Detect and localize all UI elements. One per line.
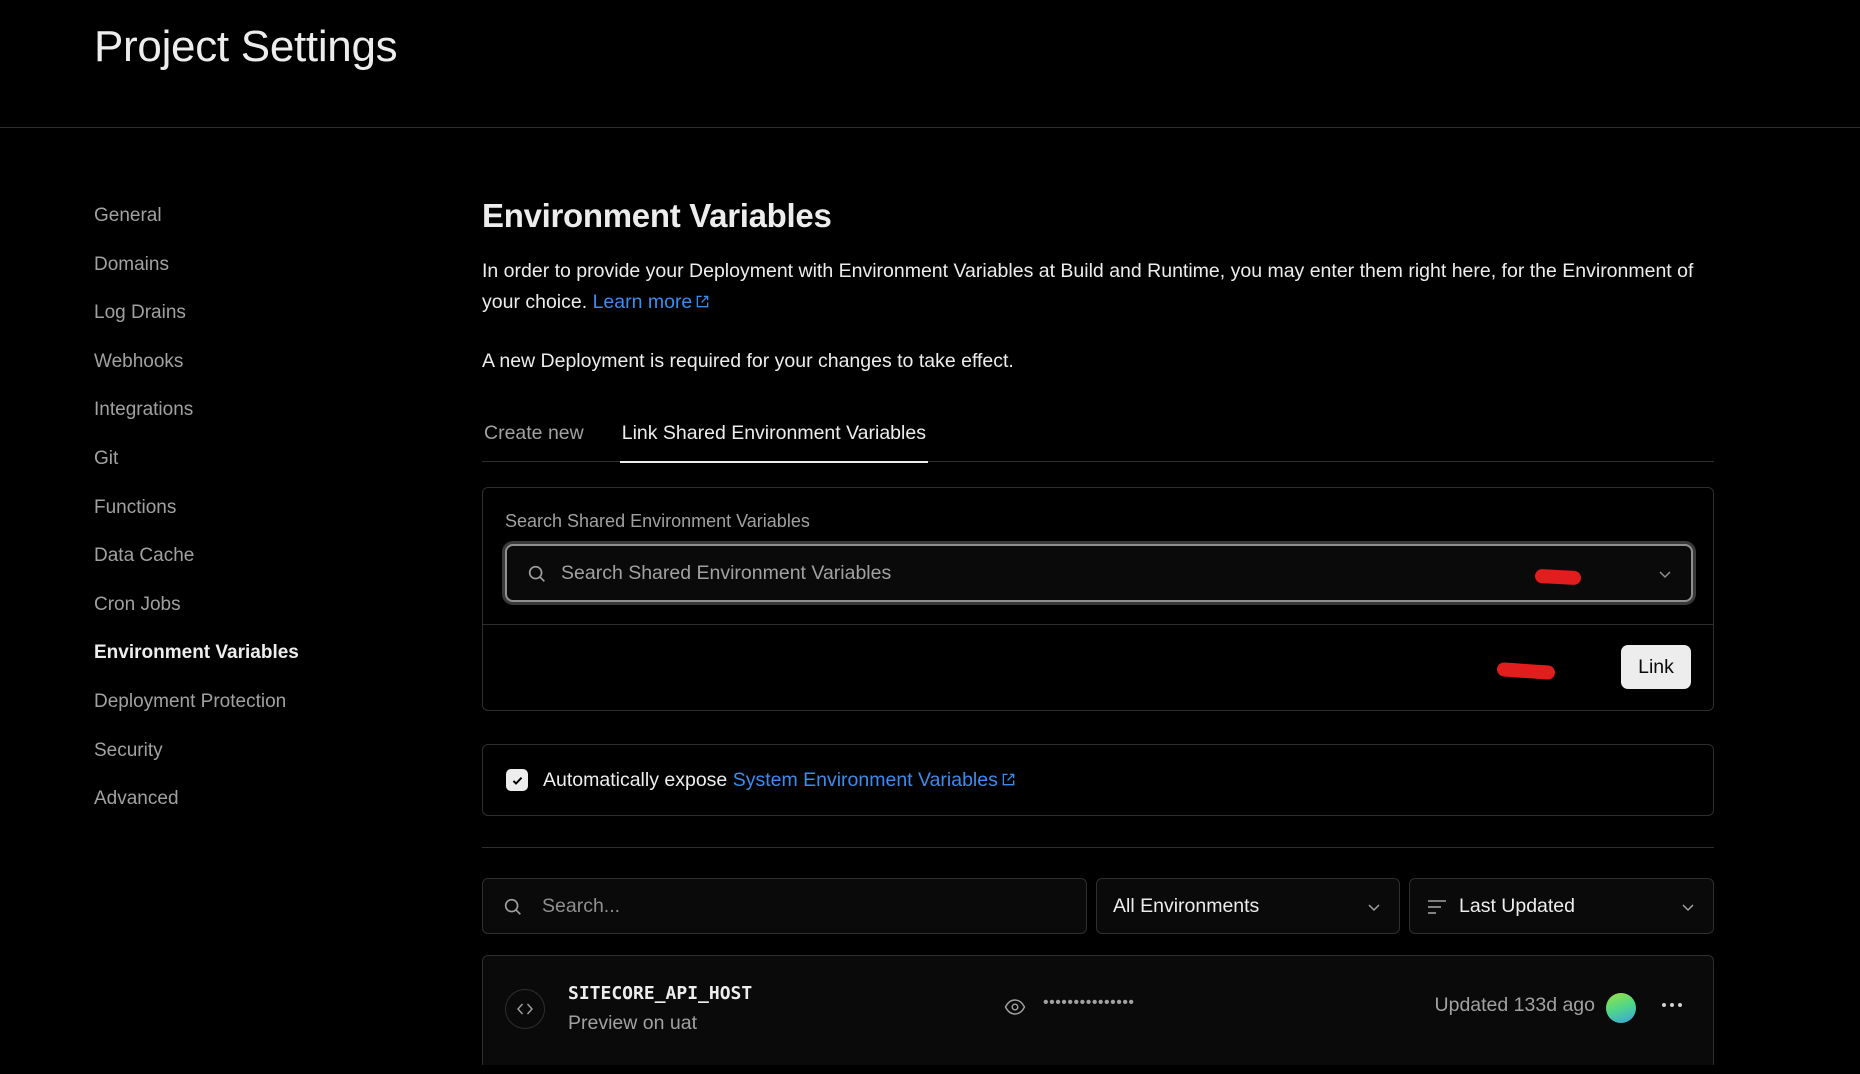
checkmark-icon (512, 776, 522, 785)
learn-more-link[interactable]: Learn more (593, 291, 711, 313)
external-link-icon (1002, 773, 1015, 785)
red-annotation-mark (1496, 661, 1556, 681)
redeploy-note: A new Deployment is required for your ch… (482, 350, 1014, 372)
environment-select-value: All Environments (1113, 895, 1260, 917)
sidebar-item-git[interactable]: Git (94, 443, 414, 492)
variables-search-input[interactable]: Search... (482, 878, 1087, 934)
red-annotation-mark (1534, 568, 1582, 586)
page-title: Project Settings (94, 22, 398, 71)
expose-system-vars-checkbox[interactable] (506, 769, 528, 791)
chevron-down-icon[interactable] (1657, 566, 1673, 582)
variables-filter-bar: Search... All Environments Last Updated (482, 878, 1714, 934)
env-variable-row[interactable]: SITECORE_API_HOST Preview on uat •••••••… (482, 955, 1714, 1065)
link-shared-actions: Link (483, 625, 1713, 711)
sidebar-item-general[interactable]: General (94, 200, 414, 249)
shared-search-placeholder: Search Shared Environment Variables (561, 561, 892, 584)
sidebar-item-functions[interactable]: Functions (94, 492, 414, 541)
sidebar-item-advanced[interactable]: Advanced (94, 783, 414, 832)
system-env-vars-link[interactable]: System Environment Variables (733, 769, 1016, 791)
sidebar-item-security[interactable]: Security (94, 735, 414, 784)
page-header: Project Settings (0, 0, 1860, 128)
sort-select-value: Last Updated (1459, 895, 1576, 917)
learn-more-label: Learn more (592, 291, 693, 313)
expose-text: Automatically expose (543, 768, 728, 791)
eye-icon[interactable] (1004, 997, 1026, 1017)
sidebar-item-webhooks[interactable]: Webhooks (94, 346, 414, 395)
link-shared-card: Search Shared Environment Variables Sear… (482, 487, 1714, 711)
sidebar-item-cron-jobs[interactable]: Cron Jobs (94, 589, 414, 638)
main-content: Environment Variables In order to provid… (482, 196, 1714, 1065)
sidebar-item-data-cache[interactable]: Data Cache (94, 540, 414, 589)
section-title: Environment Variables (482, 197, 832, 234)
shared-search-label: Search Shared Environment Variables (505, 511, 810, 531)
sidebar-item-environment-variables[interactable]: Environment Variables (94, 637, 414, 686)
external-link-icon (696, 295, 709, 308)
section-divider (482, 847, 1714, 848)
section-description: In order to provide your Deployment with… (482, 256, 1714, 318)
more-options-icon[interactable] (1657, 990, 1687, 1020)
env-variable-environment: Preview on uat (568, 1012, 697, 1034)
expose-system-vars-card: Automatically expose System Environment … (482, 744, 1714, 816)
tab-create-new[interactable]: Create new (482, 420, 586, 462)
env-variable-masked-value: ••••••••••••••• (1043, 994, 1135, 1011)
system-env-vars-label: System Environment Variables (732, 768, 998, 791)
variables-search-placeholder: Search... (542, 895, 621, 917)
expose-system-vars-label: Automatically expose System Environment … (543, 769, 1016, 792)
env-variable-updated: Updated 133d ago (1434, 994, 1595, 1016)
sort-select[interactable]: Last Updated (1409, 878, 1714, 934)
chevron-down-icon (1368, 904, 1380, 912)
search-icon (528, 565, 545, 582)
chevron-down-icon (1682, 904, 1694, 912)
shared-search-combobox[interactable]: Search Shared Environment Variables (505, 544, 1693, 602)
link-button[interactable]: Link (1621, 645, 1691, 689)
env-variable-name: SITECORE_API_HOST (568, 983, 753, 1004)
sidebar-item-domains[interactable]: Domains (94, 249, 414, 298)
sidebar-item-log-drains[interactable]: Log Drains (94, 297, 414, 346)
sidebar-item-deployment-protection[interactable]: Deployment Protection (94, 686, 414, 735)
link-shared-search-section: Search Shared Environment Variables Sear… (483, 488, 1713, 625)
environment-select[interactable]: All Environments (1096, 878, 1400, 934)
search-icon (504, 898, 521, 915)
avatar (1606, 993, 1636, 1023)
sort-icon (1428, 900, 1446, 914)
tab-link-shared[interactable]: Link Shared Environment Variables (619, 420, 929, 463)
env-tabs: Create new Link Shared Environment Varia… (482, 420, 1714, 463)
code-icon (505, 989, 545, 1029)
sidebar-item-integrations[interactable]: Integrations (94, 394, 414, 443)
settings-sidebar: General Domains Log Drains Webhooks Inte… (94, 200, 414, 832)
